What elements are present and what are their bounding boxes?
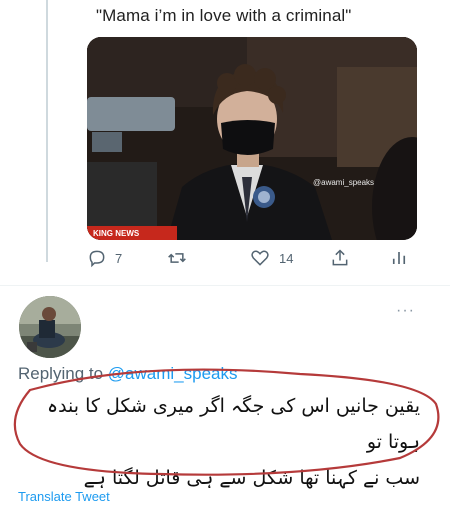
avatar-photo: [19, 296, 81, 358]
analytics-action[interactable]: [390, 248, 408, 268]
retweet-action[interactable]: [166, 248, 196, 268]
reply-text-line-1: یقین جانیں اس کی جگہ اگر میری شکل کا بند…: [46, 395, 420, 453]
reply-action[interactable]: 7: [87, 248, 122, 268]
reply-count: 7: [115, 250, 123, 266]
courtroom-photo: [87, 37, 417, 240]
share-icon: [332, 249, 348, 266]
tweet-action-bar: 7 14: [87, 248, 417, 272]
retweet-icon: [168, 253, 186, 263]
tweet-text: "Mama i’m in love with a criminal": [96, 6, 352, 25]
translate-tweet-link[interactable]: Translate Tweet: [18, 489, 110, 504]
tweet-divider: [0, 285, 450, 286]
tweet-media-image[interactable]: @awami_speaks KING NEWS: [87, 37, 417, 240]
more-options-icon[interactable]: ···: [396, 302, 415, 320]
analytics-icon: [392, 252, 406, 264]
news-ticker: KING NEWS: [87, 226, 177, 240]
media-watermark: @awami_speaks: [313, 178, 375, 187]
heart-icon: [251, 250, 269, 266]
thread-connector-line: [46, 0, 48, 262]
comment-icon: [89, 250, 105, 268]
avatar[interactable]: [19, 296, 81, 358]
share-action[interactable]: [330, 248, 350, 268]
like-action[interactable]: 14: [249, 248, 293, 268]
reply-text: یقین جانیں اس کی جگہ اگر میری شکل کا بند…: [18, 378, 430, 489]
like-count: 14: [279, 250, 294, 266]
